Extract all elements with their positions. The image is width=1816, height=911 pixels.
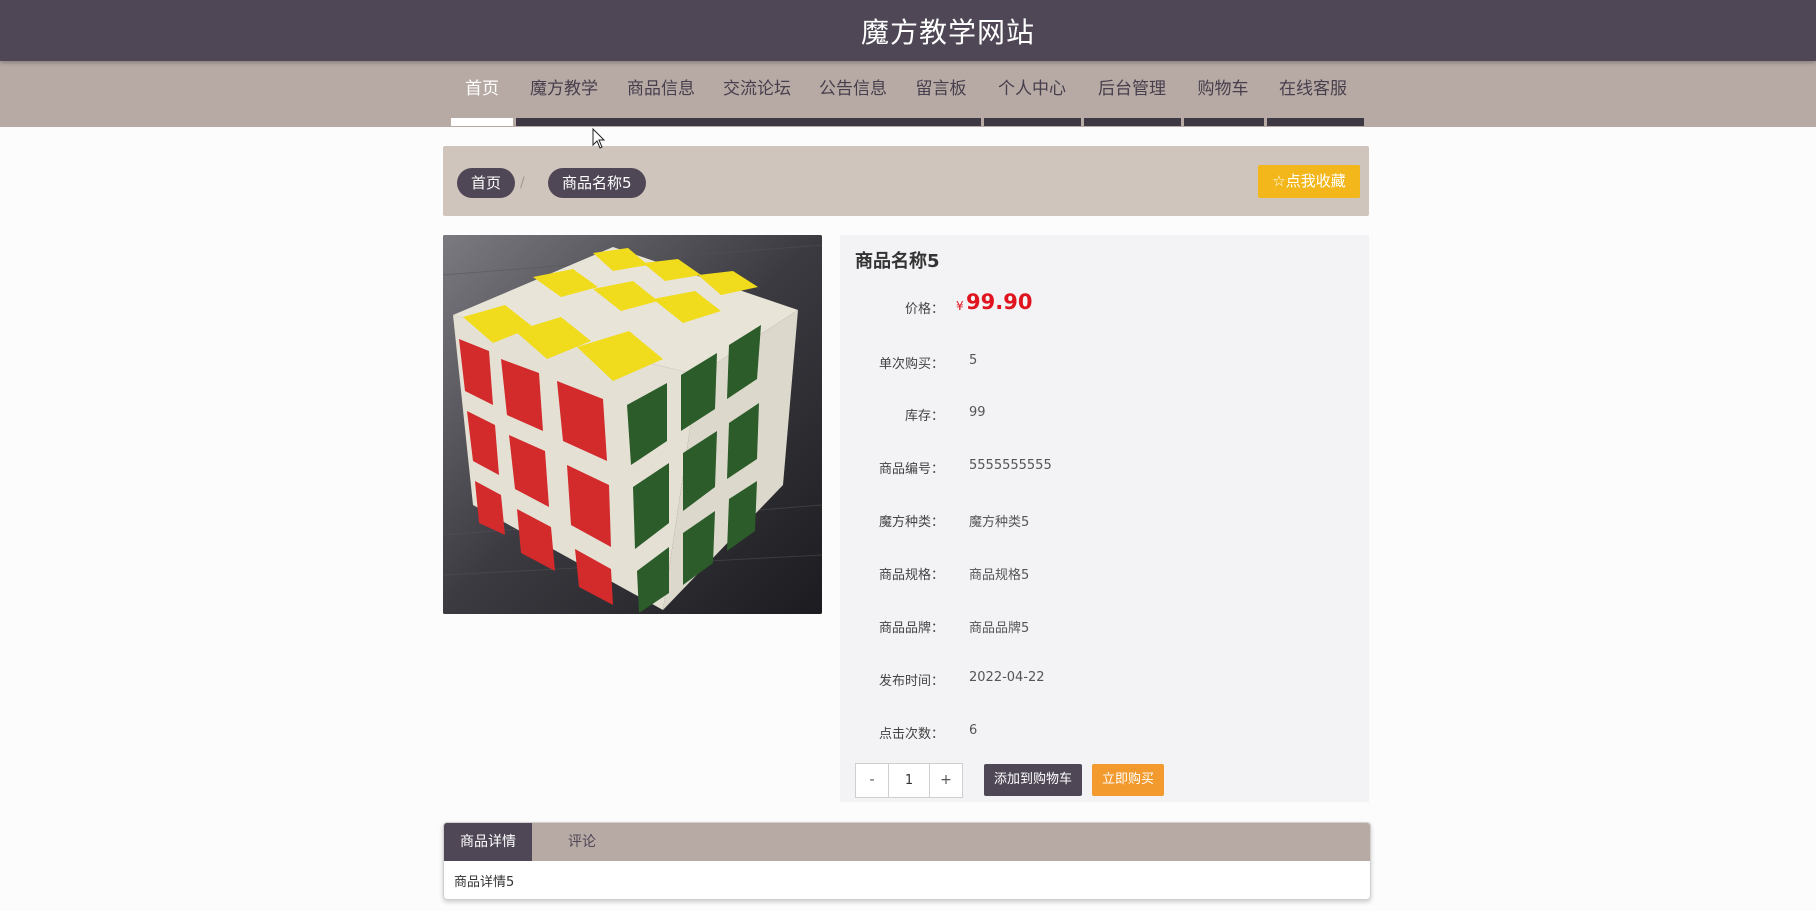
rubiks-cube-photo — [443, 235, 822, 614]
price-label: 价格： — [904, 302, 944, 317]
nav-item-message-board[interactable]: 留言板 — [908, 61, 974, 117]
field-value-stock: 99 — [969, 405, 986, 420]
field-label: 魔方种类： — [878, 515, 944, 530]
quantity-decrease-button[interactable]: - — [856, 764, 888, 797]
nav-hover-bar — [516, 118, 981, 126]
nav-underline-segment — [1184, 118, 1264, 126]
tab-header: 商品详情 评论 — [444, 823, 1370, 861]
field-label: 库存： — [904, 409, 944, 424]
product-info-panel: 商品名称5 价格： ¥ 99.90 单次购买： 5 库存： 99 商品编号： 5… — [840, 235, 1369, 802]
field-label: 发布时间： — [878, 674, 944, 689]
field-value-cube-type: 魔方种类5 — [969, 515, 1030, 530]
main-nav: 首页 魔方教学 商品信息 交流论坛 公告信息 留言板 个人中心 后台管理 购物车… — [0, 61, 1816, 127]
field-label: 单次购买： — [878, 357, 944, 372]
product-image — [443, 235, 822, 614]
nav-underline-segment — [984, 118, 1081, 126]
buy-now-button[interactable]: 立即购买 — [1092, 764, 1164, 796]
nav-item-products[interactable]: 商品信息 — [620, 61, 702, 117]
tab-product-details[interactable]: 商品详情 — [444, 823, 532, 861]
field-value-brand: 商品品牌5 — [969, 621, 1030, 636]
favorite-button-label: 点我收藏 — [1285, 172, 1346, 190]
field-label: 商品编号： — [878, 462, 944, 477]
tab-content: 商品详情5 — [454, 875, 515, 890]
nav-item-online-service[interactable]: 在线客服 — [1272, 61, 1354, 117]
nav-underline-segment — [1084, 118, 1181, 126]
field-label: 商品规格： — [878, 568, 944, 583]
price-currency: ¥ — [956, 299, 964, 313]
site-title: 魔方教学网站 — [860, 15, 1035, 49]
quantity-increase-button[interactable]: + — [930, 764, 962, 797]
nav-item-admin[interactable]: 后台管理 — [1091, 61, 1173, 117]
breadcrumb-separator: / — [520, 175, 525, 191]
field-label: 商品品牌： — [878, 621, 944, 636]
quantity-stepper: - + — [855, 763, 963, 798]
nav-item-cart[interactable]: 购物车 — [1190, 61, 1256, 117]
breadcrumb-current[interactable]: 商品名称5 — [548, 168, 646, 198]
product-name: 商品名称5 — [855, 251, 940, 272]
field-value-product-code: 5555555555 — [969, 458, 1052, 473]
nav-underline-segment — [1267, 118, 1364, 126]
field-value-click-count: 6 — [969, 723, 978, 738]
field-value-publish-date: 2022-04-22 — [969, 670, 1045, 685]
field-label: 点击次数： — [878, 727, 944, 742]
field-value-per-purchase: 5 — [969, 353, 978, 368]
product-price: 99.90 — [966, 290, 1033, 314]
nav-item-cube-teaching[interactable]: 魔方教学 — [523, 61, 605, 117]
detail-tabs: 商品详情 评论 商品详情5 — [443, 822, 1371, 900]
site-header: 魔方教学网站 — [0, 0, 1816, 61]
tab-comments[interactable]: 评论 — [532, 823, 632, 861]
nav-active-indicator — [451, 118, 513, 126]
breadcrumb-home[interactable]: 首页 — [457, 168, 516, 198]
nav-item-personal-center[interactable]: 个人中心 — [991, 61, 1073, 117]
star-outline-icon: ☆ — [1272, 172, 1286, 190]
breadcrumb: 首页 / 商品名称5 ☆点我收藏 — [443, 146, 1369, 216]
nav-item-announcements[interactable]: 公告信息 — [812, 61, 894, 117]
quantity-input[interactable] — [888, 764, 930, 797]
nav-item-home[interactable]: 首页 — [456, 61, 508, 117]
favorite-button[interactable]: ☆点我收藏 — [1258, 165, 1360, 198]
add-to-cart-button[interactable]: 添加到购物车 — [984, 764, 1082, 796]
field-value-spec: 商品规格5 — [969, 568, 1030, 583]
mouse-pointer-icon — [592, 128, 606, 149]
nav-item-forum[interactable]: 交流论坛 — [716, 61, 798, 117]
